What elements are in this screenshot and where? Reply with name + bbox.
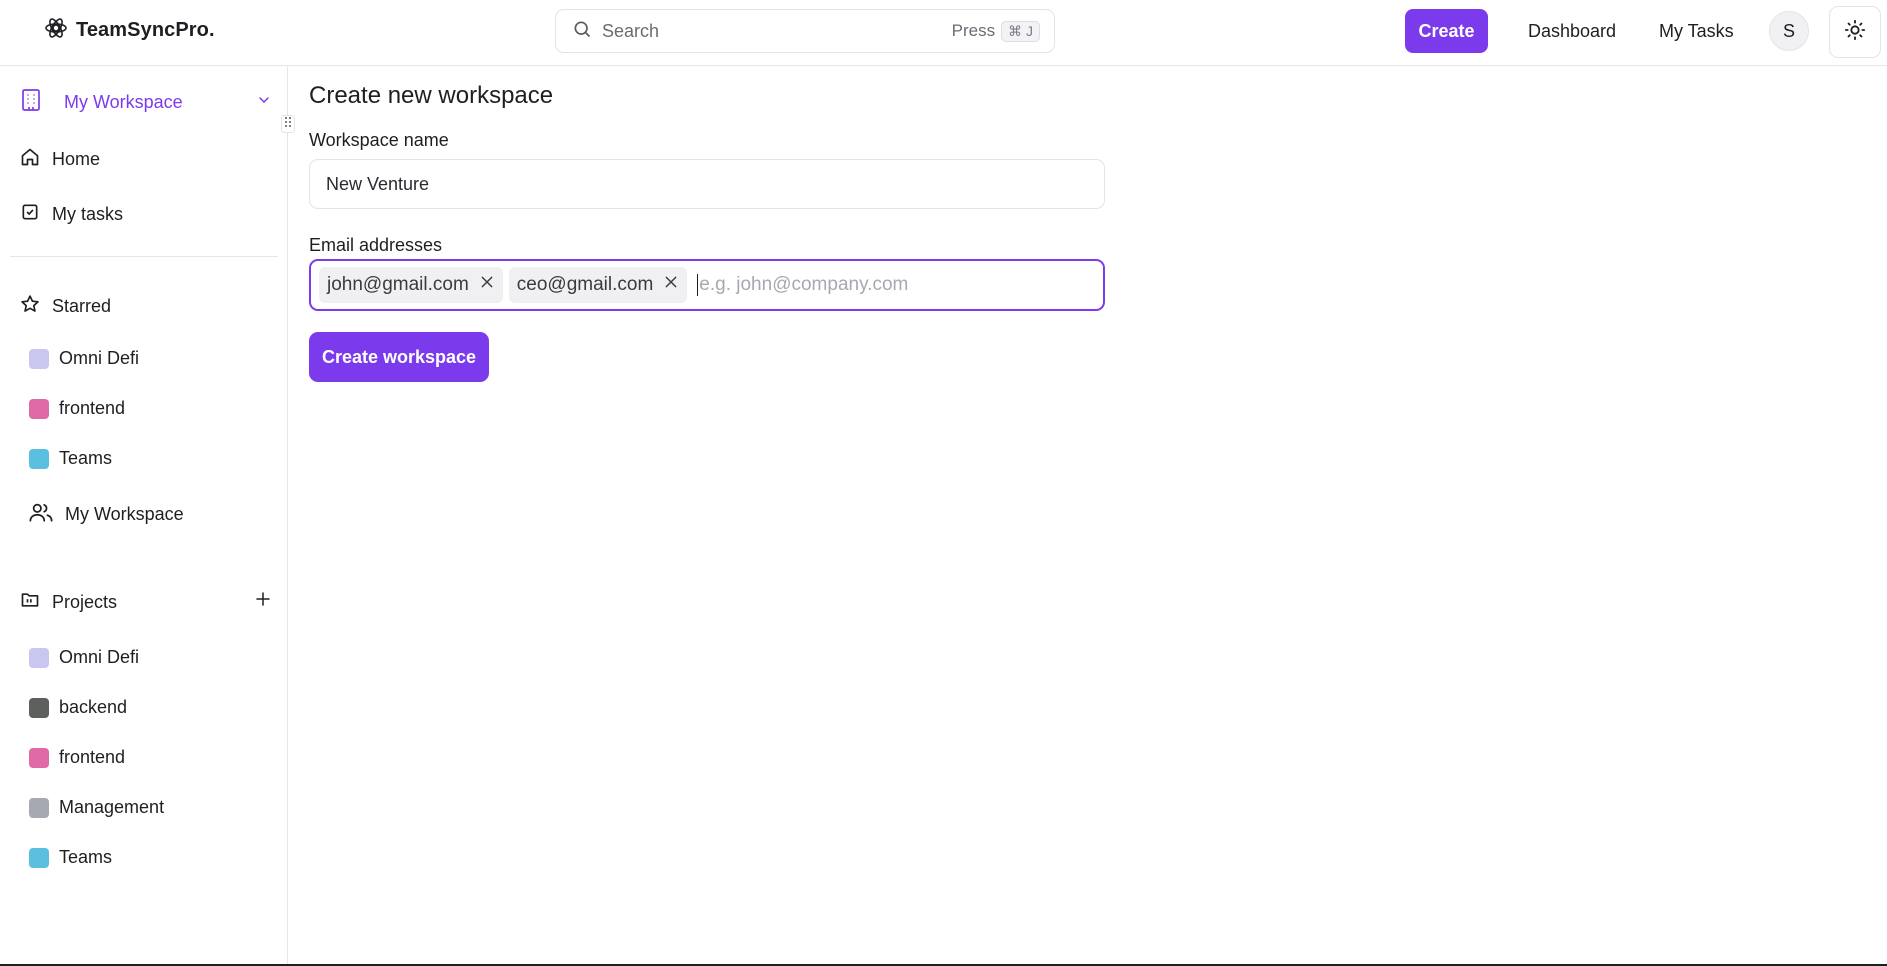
project-item[interactable]: frontend — [29, 747, 125, 768]
logo-icon — [44, 16, 68, 45]
grip-vertical-icon — [284, 115, 292, 133]
avatar[interactable]: S — [1769, 11, 1809, 51]
project-item[interactable]: Teams — [29, 847, 112, 868]
theme-toggle-button[interactable] — [1829, 6, 1881, 58]
users-icon — [29, 501, 53, 528]
shortcut-key: ⌘ J — [1001, 20, 1040, 42]
close-icon[interactable] — [663, 274, 679, 296]
starred-item[interactable]: Omni Defi — [29, 348, 139, 369]
project-color-swatch — [29, 448, 49, 469]
project-item-label: Teams — [59, 847, 113, 867]
sun-icon — [1844, 19, 1866, 46]
starred-item[interactable]: frontend — [29, 398, 125, 419]
create-button[interactable]: Create — [1405, 9, 1488, 53]
page-title: Create new workspace — [309, 82, 554, 109]
home-icon — [20, 147, 40, 172]
sidebar: My Workspace Home My tasks Starred Omni … — [0, 66, 295, 966]
sidebar-section-label: Projects — [52, 592, 118, 612]
search-box[interactable]: Search Press ⌘ J — [555, 9, 1055, 53]
brand-name: TeamSyncPro. — [76, 19, 215, 41]
project-item-label: Management — [59, 797, 165, 817]
close-icon[interactable] — [479, 274, 495, 296]
project-color-swatch — [29, 348, 49, 369]
my-tasks-link[interactable]: My Tasks — [1659, 21, 1734, 42]
search-press-label: Press — [951, 21, 996, 40]
starred-item-workspace[interactable]: My Workspace — [29, 501, 184, 528]
project-color-swatch — [29, 647, 49, 668]
project-item-label: frontend — [59, 747, 126, 767]
sidebar-section-label: Starred — [52, 296, 112, 316]
project-color-swatch — [29, 847, 49, 868]
project-color-swatch — [29, 747, 49, 768]
search-icon — [572, 19, 592, 44]
starred-item-label: Teams — [59, 448, 113, 468]
sidebar-divider — [10, 256, 278, 257]
project-color-swatch — [29, 398, 49, 419]
email-input[interactable] — [697, 274, 1095, 296]
project-color-swatch — [29, 797, 49, 818]
sidebar-item-my-tasks[interactable]: My tasks — [20, 202, 123, 227]
add-project-icon[interactable] — [254, 590, 272, 613]
building-icon — [20, 88, 42, 117]
top-bar: TeamSyncPro. Search Press ⌘ J Create Das… — [0, 0, 1887, 66]
email-addresses-label: Email addresses — [309, 235, 443, 255]
project-item-label: backend — [59, 697, 128, 717]
starred-item-label: frontend — [59, 398, 126, 418]
star-icon — [20, 294, 40, 319]
sidebar-section-starred[interactable]: Starred — [20, 294, 111, 319]
chevron-down-icon — [256, 92, 272, 113]
search-label: Search — [602, 20, 660, 41]
create-workspace-button[interactable]: Create workspace — [309, 332, 489, 382]
email-chip-label: john@gmail.com — [327, 274, 469, 295]
project-item-label: Omni Defi — [59, 647, 140, 667]
starred-item-label: My Workspace — [65, 504, 184, 524]
email-chip: ceo@gmail.com — [508, 267, 688, 303]
sidebar-resize-handle[interactable] — [281, 115, 295, 133]
sidebar-section-projects[interactable]: Projects — [20, 590, 117, 615]
sidebar-item-home[interactable]: Home — [20, 147, 100, 172]
project-item[interactable]: backend — [29, 697, 127, 718]
brand[interactable]: TeamSyncPro. — [44, 16, 215, 45]
dashboard-link[interactable]: Dashboard — [1528, 21, 1616, 42]
sidebar-item-label: Home — [52, 149, 101, 169]
checkbox-icon — [20, 202, 40, 227]
project-item[interactable]: Management — [29, 797, 164, 818]
workspace-switcher-label: My Workspace — [64, 91, 183, 112]
project-item[interactable]: Omni Defi — [29, 647, 139, 668]
email-addresses-field[interactable]: john@gmail.com ceo@gmail.com — [309, 259, 1105, 311]
workspace-name-label: Workspace name — [309, 130, 449, 150]
project-color-swatch — [29, 697, 49, 718]
email-chip-label: ceo@gmail.com — [516, 274, 654, 295]
email-chip: john@gmail.com — [319, 267, 503, 303]
workspace-name-input[interactable]: New Venture — [309, 159, 1105, 209]
folder-icon — [20, 590, 40, 615]
starred-item[interactable]: Teams — [29, 448, 112, 469]
sidebar-item-label: My tasks — [52, 204, 124, 224]
workspace-switcher[interactable]: My Workspace — [20, 84, 272, 120]
starred-item-label: Omni Defi — [59, 348, 140, 368]
